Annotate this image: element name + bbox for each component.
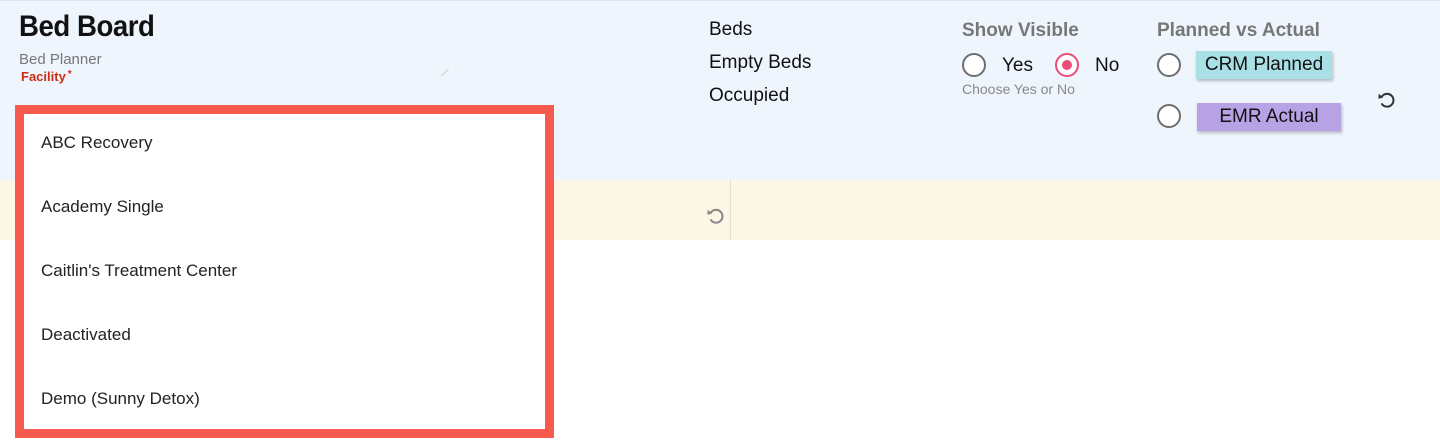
required-marker: * <box>67 69 72 80</box>
facility-label: Facility * <box>21 69 72 84</box>
crm-planned-chip[interactable]: CRM Planned <box>1196 51 1332 79</box>
page-title: Bed Board <box>19 10 155 43</box>
bed-stats: Beds Empty Beds Occupied <box>709 18 811 117</box>
show-visible-title: Show Visible <box>962 20 1079 41</box>
show-visible-yes-radio[interactable] <box>962 53 986 77</box>
stat-empty-beds: Empty Beds <box>709 52 812 73</box>
show-visible-yes-label[interactable]: Yes <box>1002 55 1033 77</box>
undo-icon[interactable] <box>1376 89 1398 111</box>
emr-actual-chip[interactable]: EMR Actual <box>1197 103 1341 131</box>
stat-occupied: Occupied <box>709 85 790 106</box>
facility-label-text: Facility <box>21 69 66 84</box>
facility-dropdown-menu: ABC Recovery Academy Single Caitlin's Tr… <box>15 105 554 438</box>
emr-actual-radio[interactable] <box>1157 104 1181 128</box>
crm-planned-radio[interactable] <box>1157 53 1181 77</box>
facility-option[interactable]: Demo (Sunny Detox) <box>41 389 200 409</box>
show-visible-helper-text: Choose Yes or No <box>962 81 1075 97</box>
show-visible-no-label[interactable]: No <box>1095 55 1119 77</box>
strip-divider <box>730 180 731 240</box>
page-subtitle: Bed Planner <box>19 51 102 68</box>
show-visible-no-radio[interactable] <box>1055 53 1079 77</box>
facility-option[interactable]: ABC Recovery <box>41 133 152 153</box>
facility-option[interactable]: Caitlin's Treatment Center <box>41 261 237 281</box>
facility-option[interactable]: Academy Single <box>41 197 164 217</box>
undo-icon[interactable] <box>705 205 727 227</box>
facility-option[interactable]: Deactivated <box>41 325 131 345</box>
stat-beds: Beds <box>709 19 753 40</box>
planned-vs-actual-title: Planned vs Actual <box>1157 20 1320 41</box>
